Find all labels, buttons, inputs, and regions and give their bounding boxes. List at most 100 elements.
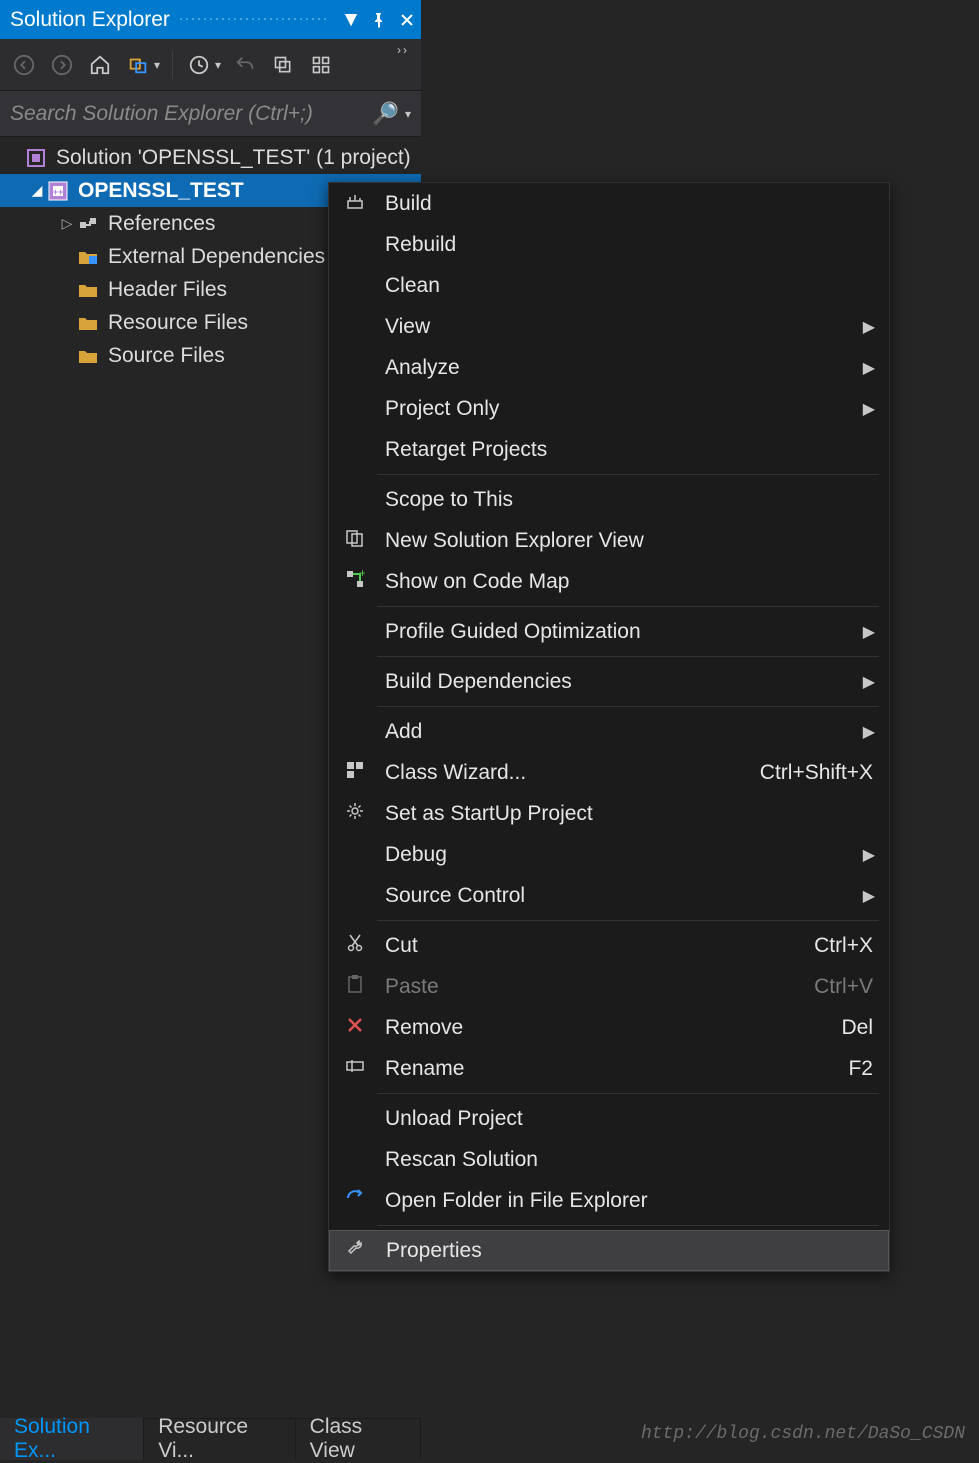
menu-item-retarget-projects[interactable]: Retarget Projects [329,429,889,470]
undo-icon[interactable] [227,47,263,83]
expander-collapse-icon[interactable]: ◢ [28,182,46,199]
separator [172,51,173,79]
menu-item-rescan-solution[interactable]: Rescan Solution [329,1139,889,1180]
watermark: http://blog.csdn.net/DaSo_CSDN [641,1424,965,1444]
overflow-icon[interactable]: ›› [397,43,415,57]
solution-label: Solution 'OPENSSL_TEST' (1 project) [56,146,411,170]
search-bar: 🔍 ▾ [0,91,421,137]
menu-label: Rescan Solution [385,1148,873,1172]
caret-down-icon[interactable]: ▾ [405,107,411,121]
tab-label: Resource Vi... [158,1415,280,1463]
menu-label: Open Folder in File Explorer [385,1189,873,1213]
menu-item-add[interactable]: Add▶ [329,711,889,752]
back-icon[interactable] [6,47,42,83]
menu-label: Profile Guided Optimization [385,620,873,644]
menu-item-scope-to-this[interactable]: Scope to This [329,479,889,520]
separator [377,474,879,475]
menu-label: Class Wizard... [385,761,760,785]
solution-node[interactable]: Solution 'OPENSSL_TEST' (1 project) [0,141,421,174]
menu-item-source-control[interactable]: Source Control▶ [329,875,889,916]
toolbar: ▾ ▾ ›› [0,39,421,91]
node-label: Source Files [108,344,225,368]
menu-item-clean[interactable]: Clean [329,265,889,306]
menu-item-profile-guided-optimization[interactable]: Profile Guided Optimization▶ [329,611,889,652]
menu-item-properties[interactable]: Properties [329,1230,889,1271]
node-label: External Dependencies [108,245,325,269]
menu-item-unload-project[interactable]: Unload Project [329,1098,889,1139]
chevron-right-icon: ▶ [863,399,875,419]
menu-label: Retarget Projects [385,438,873,462]
chevron-right-icon: ▶ [863,622,875,642]
pin-icon[interactable] [365,0,393,39]
build-icon [341,191,369,217]
svg-text:+: + [359,569,365,580]
menu-label: New Solution Explorer View [385,529,873,553]
menu-item-project-only[interactable]: Project Only▶ [329,388,889,429]
sync-icon[interactable] [120,47,156,83]
menu-item-build-dependencies[interactable]: Build Dependencies▶ [329,661,889,702]
menu-item-class-wizard[interactable]: Class Wizard...Ctrl+Shift+X [329,752,889,793]
show-all-icon[interactable] [303,47,339,83]
menu-label: Remove [385,1016,841,1040]
menu-item-paste: PasteCtrl+V [329,966,889,1007]
menu-label: Properties [386,1239,872,1263]
title-bar: Solution Explorer ▼ [0,0,421,39]
caret-down-icon[interactable]: ▾ [154,58,164,72]
menu-item-view[interactable]: View▶ [329,306,889,347]
collapse-all-icon[interactable] [265,47,301,83]
menu-label: Rename [385,1057,848,1081]
menu-label: Scope to This [385,488,873,512]
chevron-right-icon: ▶ [863,358,875,378]
home-icon[interactable] [82,47,118,83]
menu-label: Paste [385,975,814,999]
menu-item-debug[interactable]: Debug▶ [329,834,889,875]
tab-resource-view[interactable]: Resource Vi... [144,1418,295,1460]
menu-item-build[interactable]: Build [329,183,889,224]
tab-class-view[interactable]: Class View [296,1418,421,1460]
menu-label: View [385,315,873,339]
menu-item-new-solution-explorer-view[interactable]: New Solution Explorer View [329,520,889,561]
menu-label: Show on Code Map [385,570,873,594]
tab-label: Class View [310,1415,406,1463]
search-icon[interactable]: 🔍 [372,101,399,127]
menu-item-cut[interactable]: CutCtrl+X [329,925,889,966]
menu-label: Source Control [385,884,873,908]
menu-label: Rebuild [385,233,873,257]
menu-label: Set as StartUp Project [385,802,873,826]
menu-item-open-folder-in-file-explorer[interactable]: Open Folder in File Explorer [329,1180,889,1221]
rename-icon [341,1056,369,1082]
node-label: References [108,212,215,236]
chevron-right-icon: ▶ [863,722,875,742]
cut-icon [341,933,369,959]
chevron-right-icon: ▶ [863,317,875,337]
title-grip[interactable] [178,16,329,24]
class-wizard-icon [341,760,369,786]
menu-item-remove[interactable]: RemoveDel [329,1007,889,1048]
menu-item-rename[interactable]: RenameF2 [329,1048,889,1089]
separator [377,706,879,707]
folder-icon [76,278,100,302]
paste-icon [341,974,369,1000]
project-icon: ++ [46,179,70,203]
code-map-icon: + [341,569,369,595]
tab-solution-explorer[interactable]: Solution Ex... [0,1418,144,1460]
search-input[interactable] [10,102,366,126]
wrench-icon [342,1238,370,1264]
new-view-icon [341,528,369,554]
remove-icon [341,1015,369,1041]
history-icon[interactable] [181,47,217,83]
expander-expand-icon[interactable]: ▷ [58,215,76,232]
menu-item-show-on-code-map[interactable]: + Show on Code Map [329,561,889,602]
gear-icon [341,801,369,827]
close-icon[interactable] [393,0,421,39]
node-label: Resource Files [108,311,248,335]
menu-item-rebuild[interactable]: Rebuild [329,224,889,265]
menu-item-set-as-startup-project[interactable]: Set as StartUp Project [329,793,889,834]
project-label: OPENSSL_TEST [78,179,244,203]
caret-down-icon[interactable]: ▾ [215,58,225,72]
menu-label: Build [385,192,873,216]
dropdown-icon[interactable]: ▼ [337,0,365,39]
menu-item-analyze[interactable]: Analyze▶ [329,347,889,388]
forward-icon[interactable] [44,47,80,83]
panel-title: Solution Explorer [10,8,170,32]
